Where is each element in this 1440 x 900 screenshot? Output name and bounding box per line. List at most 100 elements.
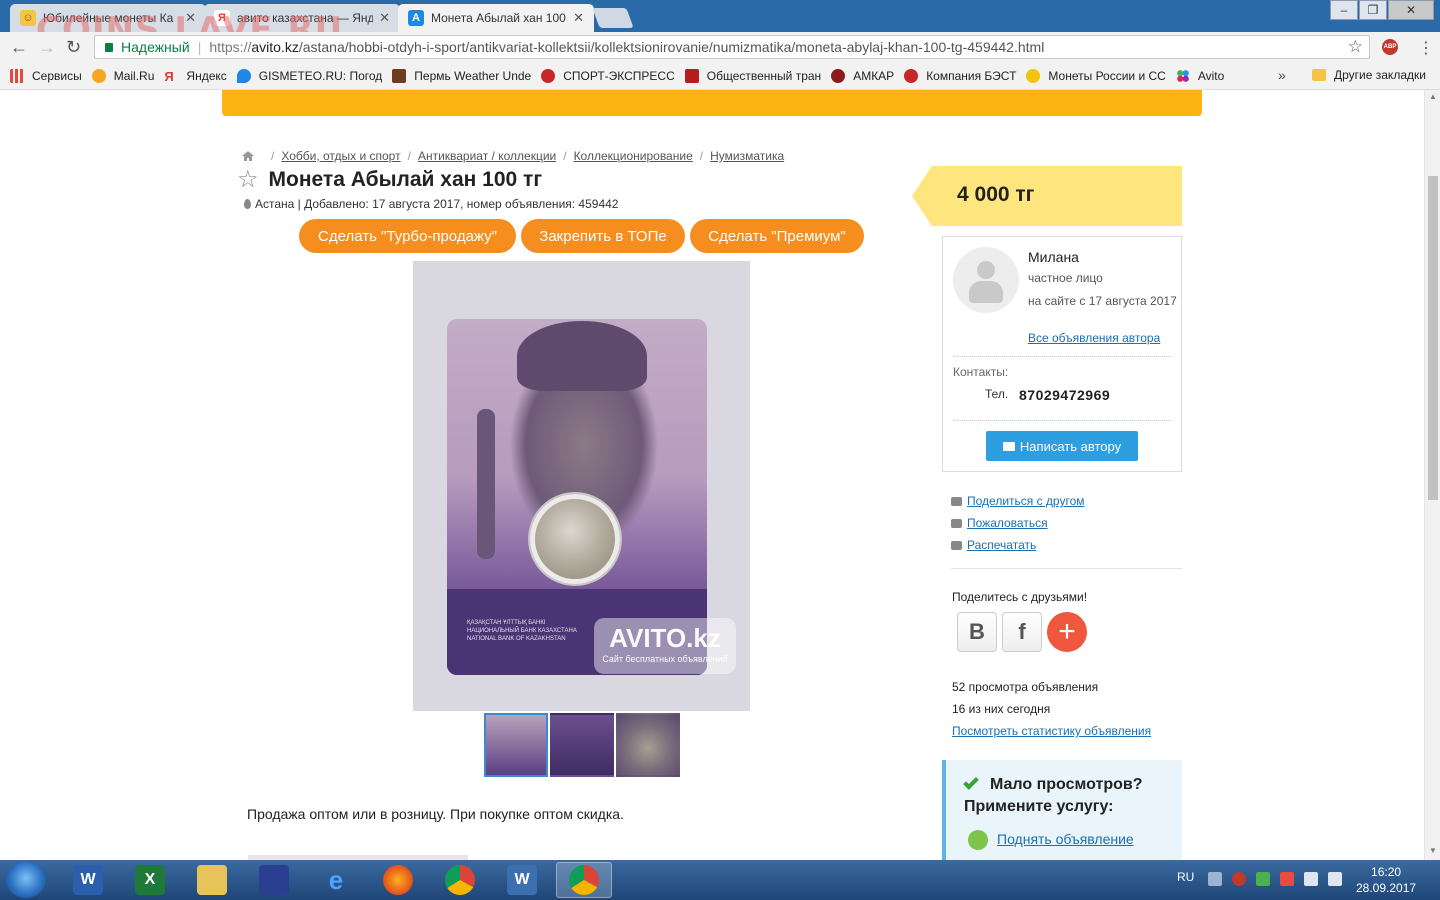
breadcrumb-sep: /	[699, 149, 704, 163]
price-tag: 4 000 тг	[912, 166, 1182, 226]
all-ads-link[interactable]: Все объявления автора	[1028, 331, 1160, 345]
reload-icon[interactable]: ↻	[66, 37, 81, 58]
maximize-icon[interactable]: ❐	[1359, 0, 1387, 20]
more-share-button[interactable]: +	[1047, 612, 1087, 652]
browser-toolbar: ← → ↻ Надежный | https://avito.kz/astana…	[0, 32, 1440, 62]
location-pin-icon	[244, 199, 251, 209]
language-indicator[interactable]: RU	[1177, 870, 1194, 884]
taskbar-chrome[interactable]	[432, 862, 488, 898]
taskbar-word[interactable]: W	[60, 862, 116, 898]
premium-button[interactable]: Сделать "Премиум"	[690, 219, 864, 253]
facebook-share-button[interactable]: f	[1002, 612, 1042, 652]
secure-indicator[interactable]: Надежный	[95, 39, 190, 55]
tray-expand-icon[interactable]	[1208, 872, 1222, 886]
bookmark-label: Яндекс	[186, 68, 227, 83]
bookmark-sport[interactable]: СПОРТ-ЭКСПРЕСС	[541, 68, 675, 83]
stats-link[interactable]: Посмотреть статистику объявления	[952, 724, 1151, 738]
floppy-icon	[259, 865, 289, 895]
seller-type: частное лицо	[1028, 271, 1103, 285]
title-row: ☆ Монета Абылай хан 100 тг	[237, 168, 542, 192]
system-clock[interactable]: 16:20 28.09.2017	[1356, 864, 1416, 896]
raise-ad-link[interactable]: Поднять объявление	[997, 831, 1134, 847]
bookmark-best[interactable]: Компания БЭСТ	[904, 68, 1016, 83]
write-to-author-button[interactable]: Написать автору	[986, 431, 1138, 461]
bookmark-amkar[interactable]: АМКАР	[831, 68, 894, 83]
window-controls: – ❐ ✕	[1329, 0, 1434, 20]
bookmark-star-icon[interactable]: ☆	[1348, 37, 1363, 57]
internet-explorer-icon: e	[328, 864, 344, 895]
avito-icon: A	[408, 10, 424, 26]
view-stats: 52 просмотра объявления 16 из них сегодн…	[952, 676, 1151, 742]
taskbar-chrome-active[interactable]	[556, 862, 612, 898]
back-icon[interactable]: ←	[10, 37, 28, 58]
bookmark-avito[interactable]: Avito	[1175, 68, 1224, 83]
print-link[interactable]: Распечатать	[967, 538, 1036, 552]
seller-name: Милана	[1028, 249, 1079, 265]
thumbnail-1[interactable]	[484, 713, 548, 777]
breadcrumb-collecting[interactable]: Коллекционирование	[574, 149, 693, 163]
main-photo[interactable]: ҚАЗАҚСТАН ҰЛТТЫҚ БАНКІ НАЦИОНАЛЬНЫЙ БАНК…	[413, 261, 750, 711]
bookmark-label: Монеты России и СС	[1048, 68, 1166, 83]
address-bar[interactable]: Надежный | https://avito.kz/astana/hobbi…	[94, 35, 1370, 59]
bookmark-label: Общественный тран	[706, 68, 822, 83]
taskbar-explorer[interactable]	[184, 862, 240, 898]
forward-icon[interactable]: →	[38, 37, 56, 58]
antivirus-icon[interactable]	[1232, 872, 1246, 886]
social-share-buttons: В f +	[957, 612, 1087, 652]
vk-share-button[interactable]: В	[957, 612, 997, 652]
volume-icon[interactable]	[1304, 872, 1318, 886]
breadcrumb-numismatics[interactable]: Нумизматика	[710, 149, 784, 163]
weather-icon	[392, 68, 407, 83]
seller-since: на сайте с 17 августа 2017	[1028, 294, 1177, 308]
taskbar-writer[interactable]: W	[494, 862, 550, 898]
display-icon[interactable]	[1328, 872, 1342, 886]
breadcrumb-antiques[interactable]: Антиквариат / коллекции	[418, 149, 556, 163]
adblock-icon[interactable]: ABP	[1382, 39, 1398, 55]
thumbnail-2[interactable]	[550, 713, 614, 777]
bookmark-mailru[interactable]: Mail.Ru	[91, 68, 154, 83]
favorite-star-icon[interactable]: ☆	[237, 168, 259, 192]
start-button[interactable]	[6, 862, 46, 898]
close-tab-icon[interactable]: ✕	[379, 10, 390, 26]
network-tray-icon[interactable]	[1256, 872, 1270, 886]
other-bookmarks[interactable]: Другие закладки	[1312, 68, 1426, 82]
home-icon[interactable]	[242, 151, 254, 161]
report-link[interactable]: Пожаловаться	[967, 516, 1048, 530]
breadcrumb-sep: /	[563, 149, 567, 163]
phone-number[interactable]: 87029472969	[1019, 387, 1110, 403]
more-bookmarks-icon[interactable]: »	[1278, 67, 1286, 83]
taskbar-save[interactable]	[246, 862, 302, 898]
taskbar-ie[interactable]: e	[308, 862, 364, 898]
contacts-label: Контакты:	[953, 365, 1009, 379]
close-window-icon[interactable]: ✕	[1388, 0, 1434, 20]
menu-icon[interactable]: ⋮	[1418, 38, 1434, 58]
scrollbar-thumb[interactable]	[1428, 176, 1438, 500]
flag-tray-icon[interactable]	[1280, 872, 1294, 886]
bookmark-services[interactable]: Сервисы	[10, 68, 82, 83]
page-scrollbar[interactable]: ▲ ▼	[1424, 90, 1440, 860]
search-bar-strip	[222, 90, 1202, 116]
tab-avito[interactable]: A Монета Абылай хан 100 ✕	[398, 4, 594, 32]
transport-icon	[684, 68, 699, 83]
scroll-down-icon[interactable]: ▼	[1429, 846, 1437, 855]
breadcrumb-hobby[interactable]: Хобби, отдых и спорт	[281, 149, 400, 163]
scroll-up-icon[interactable]: ▲	[1429, 92, 1437, 101]
minimize-icon[interactable]: –	[1330, 0, 1358, 20]
share-with-friend-link[interactable]: Поделиться с другом	[967, 494, 1085, 508]
bookmark-yandex[interactable]: Я Яндекс	[164, 68, 227, 84]
turbo-sale-button[interactable]: Сделать "Турбо-продажу"	[299, 219, 516, 253]
bookmark-coins[interactable]: Монеты России и СС	[1026, 68, 1166, 83]
taskbar-firefox[interactable]	[370, 862, 426, 898]
bookmark-gismeteo[interactable]: GISMETEO.RU: Погод	[236, 68, 382, 83]
thumbnail-3[interactable]	[616, 713, 680, 777]
boost-panel: Мало просмотров? Примените услугу: Подня…	[942, 760, 1182, 860]
watermark-small: Сайт бесплатных объявлений	[602, 654, 728, 664]
new-tab-button[interactable]	[592, 8, 634, 28]
bookmark-transport[interactable]: Общественный тран	[684, 68, 822, 83]
pin-top-button[interactable]: Закрепить в ТОПе	[521, 219, 685, 253]
bookmark-weather[interactable]: Пермь Weather Undе	[392, 68, 531, 83]
taskbar-excel[interactable]: X	[122, 862, 178, 898]
price-tag-arrow	[912, 166, 932, 226]
close-tab-icon[interactable]: ✕	[573, 10, 584, 26]
secure-label: Надежный	[121, 39, 190, 55]
